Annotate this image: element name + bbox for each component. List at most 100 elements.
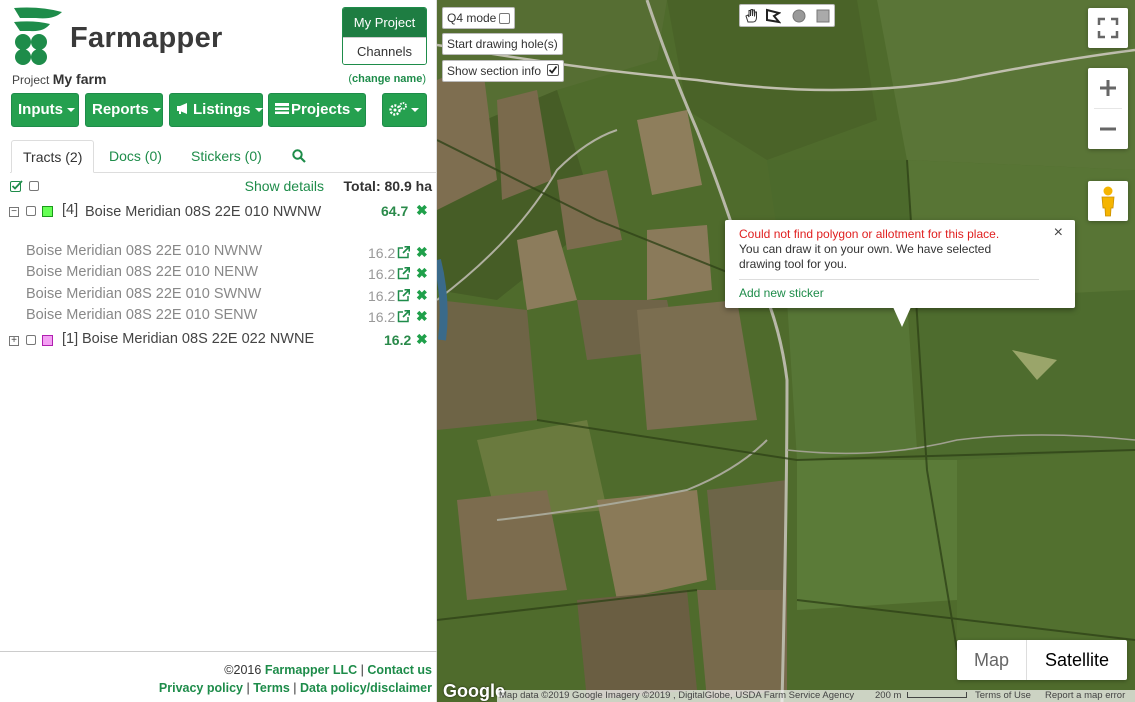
external-link-icon[interactable] <box>397 310 410 323</box>
remove-subtract-icon[interactable]: ✖ <box>416 308 428 325</box>
data-policy-link[interactable]: Data policy/disclaimer <box>300 681 432 695</box>
search-icon <box>292 149 306 163</box>
tab-stickers[interactable]: Stickers (0) <box>180 140 273 173</box>
satellite-imagery <box>437 0 1135 702</box>
sidebar: Farmapper My Project Channels Project My… <box>0 0 437 702</box>
tract-name[interactable]: Boise Meridian 08S 22E 010 NWNW <box>85 202 325 222</box>
hand-icon[interactable] <box>744 8 760 24</box>
contact-link[interactable]: Contact us <box>367 663 432 677</box>
tract-item: + [1] Boise Meridian 08S 22E 022 NWNE 16… <box>0 331 437 351</box>
q4-mode-toggle[interactable]: Q4 mode <box>442 7 516 29</box>
tract-color-swatch[interactable] <box>42 335 53 346</box>
popup-error-text: Could not find polygon or allotment for … <box>739 227 1000 241</box>
external-link-icon[interactable] <box>397 246 410 259</box>
remove-tract-icon[interactable]: ✖ <box>416 202 428 219</box>
satellite-map[interactable]: Q4 mode Start drawing hole(s) Show secti… <box>437 0 1135 702</box>
listings-label: Listings <box>193 101 251 118</box>
subtract-item: Boise Meridian 08S 22E 010 SENW 16.2 ✖ <box>0 307 437 327</box>
show-details-link[interactable]: Show details <box>245 178 324 194</box>
tract-name[interactable]: Boise Meridian 08S 22E 022 NWNE <box>82 331 314 347</box>
tab-tracts[interactable]: Tracts (2) <box>11 140 95 173</box>
tract-color-swatch[interactable] <box>42 206 53 217</box>
tract-checkbox[interactable] <box>26 206 36 216</box>
street-view-button[interactable] <box>1088 181 1128 221</box>
map-type-control: Map Satellite <box>957 640 1127 680</box>
remove-subtract-icon[interactable]: ✖ <box>416 244 428 261</box>
fullscreen-button[interactable] <box>1088 8 1128 48</box>
rectangle-draw-icon[interactable] <box>815 8 831 24</box>
projects-label: Projects <box>291 101 351 118</box>
q4-mode-label: Q4 mode <box>447 11 497 25</box>
total-label: Total: <box>343 178 381 194</box>
remove-subtract-icon[interactable]: ✖ <box>416 265 428 282</box>
scale-label: 200 m <box>875 690 902 701</box>
projects-dropdown[interactable]: Projects <box>268 93 366 127</box>
remove-tract-icon[interactable]: ✖ <box>416 331 428 348</box>
subtract-name[interactable]: Boise Meridian 08S 22E 010 SWNW <box>26 286 261 302</box>
scale-bar <box>907 692 968 699</box>
subtract-area: 16.2 <box>368 245 396 261</box>
settings-dropdown[interactable] <box>382 93 427 127</box>
tract-checkbox[interactable] <box>26 335 36 345</box>
zoom-in-icon[interactable] <box>1088 68 1128 108</box>
start-drawing-holes-button[interactable]: Start drawing hole(s) <box>442 33 563 55</box>
tract-area: 16.2 <box>384 332 412 348</box>
uncheck-all-checkbox[interactable] <box>29 181 39 191</box>
google-logo[interactable]: Google <box>443 681 505 702</box>
external-link-icon[interactable] <box>397 289 410 302</box>
zoom-out-icon[interactable] <box>1088 109 1128 149</box>
remove-subtract-icon[interactable]: ✖ <box>416 287 428 304</box>
check-all-icon[interactable] <box>10 180 23 192</box>
add-new-sticker-link[interactable]: Add new sticker <box>739 286 824 300</box>
channels-button[interactable]: Channels <box>343 37 426 64</box>
change-name-link[interactable]: (change name) <box>348 73 426 85</box>
tract-list-header: Show details Total: 80.9 ha <box>10 178 432 196</box>
terms-link[interactable]: Terms <box>253 681 290 695</box>
subtract-item: Boise Meridian 08S 22E 010 SWNW 16.2 ✖ <box>0 286 437 306</box>
tab-docs[interactable]: Docs (0) <box>98 140 173 173</box>
map-scale[interactable]: 200 m <box>875 690 968 702</box>
inputs-dropdown[interactable]: Inputs <box>11 93 79 127</box>
tract-prefix: [4] <box>62 202 79 218</box>
map-type-map-button[interactable]: Map <box>957 640 1027 680</box>
popup-message: You can draw it on your own. We have sel… <box>739 242 992 271</box>
subtract-name[interactable]: Boise Meridian 08S 22E 010 NWNW <box>26 243 262 259</box>
company-link[interactable]: Farmapper LLC <box>265 663 357 677</box>
reports-dropdown[interactable]: Reports <box>85 93 163 127</box>
caret-down-icon <box>67 108 75 113</box>
report-map-error-link[interactable]: Report a map error <box>1045 690 1125 702</box>
external-link-icon[interactable] <box>397 267 410 280</box>
listings-dropdown[interactable]: Listings <box>169 93 263 127</box>
gears-icon <box>389 102 407 116</box>
terms-of-use-link[interactable]: Terms of Use <box>975 690 1031 702</box>
main-toolbar: Inputs Reports Listings Projects <box>11 93 431 127</box>
collapse-icon[interactable]: − <box>9 207 19 217</box>
my-project-button[interactable]: My Project <box>343 8 426 37</box>
circle-draw-icon[interactable] <box>791 8 807 24</box>
show-section-info-label: Show section info <box>447 64 542 78</box>
subtract-area: 16.2 <box>368 309 396 325</box>
project-title: Project My farm <box>12 71 106 87</box>
tract-area: 64.7 <box>381 203 409 219</box>
caret-down-icon <box>354 108 363 113</box>
show-section-info-toggle[interactable]: Show section info <box>442 60 565 82</box>
copyright: ©2016 <box>224 663 262 677</box>
expand-icon[interactable]: + <box>9 336 19 346</box>
checked-checkbox-icon[interactable] <box>547 64 560 76</box>
project-prefix: Project <box>12 73 50 87</box>
subtract-name[interactable]: Boise Meridian 08S 22E 010 NENW <box>26 264 258 280</box>
info-popup: Could not find polygon or allotment for … <box>725 220 1075 308</box>
privacy-link[interactable]: Privacy policy <box>159 681 243 695</box>
subtract-name[interactable]: Boise Meridian 08S 22E 010 SENW <box>26 307 257 323</box>
q4-mode-checkbox[interactable] <box>499 13 511 25</box>
tab-search[interactable] <box>281 140 317 173</box>
popup-tail <box>893 307 911 327</box>
map-attribution-bar: Map data ©2019 Google Imagery ©2019 , Di… <box>497 690 1135 702</box>
farmapper-logo[interactable]: Farmapper <box>10 6 240 66</box>
tract-prefix: [1] <box>62 331 79 347</box>
polygon-draw-icon[interactable] <box>765 8 781 24</box>
close-icon[interactable]: × <box>1054 225 1063 241</box>
map-type-satellite-button[interactable]: Satellite <box>1027 640 1127 680</box>
tab-bar: Tracts (2) Docs (0) Stickers (0) <box>10 140 437 173</box>
tract-item: − [4] Boise Meridian 08S 22E 010 NWNW 64… <box>0 202 437 244</box>
